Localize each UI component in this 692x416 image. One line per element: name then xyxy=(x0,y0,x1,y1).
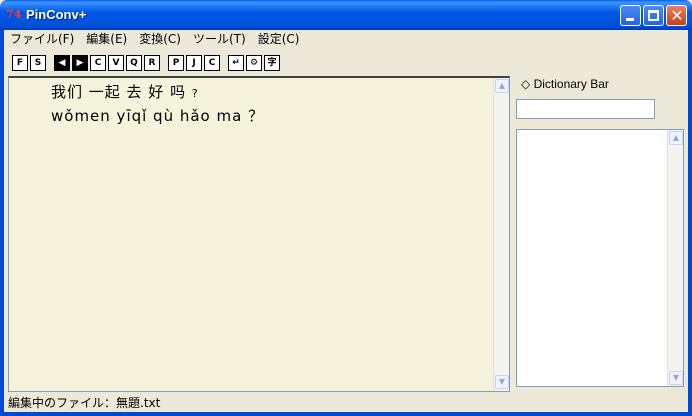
window-frame-left xyxy=(0,30,4,416)
menu-settings[interactable]: 設定(C) xyxy=(252,30,306,50)
menu-edit[interactable]: 編集(E) xyxy=(80,30,133,50)
prev-icon: ◀ xyxy=(58,58,66,68)
dictionary-bar-title: ◇ Dictionary Bar xyxy=(521,77,609,91)
replace-icon: R xyxy=(148,58,156,68)
pinyin-line: wǒmen yīqǐ qù hǎo ma ？ xyxy=(51,107,265,125)
maximize-icon xyxy=(648,10,659,21)
window-frame-bottom xyxy=(0,412,692,416)
char-icon: 字 xyxy=(267,58,277,68)
paste-icon: V xyxy=(112,58,120,68)
scroll-down-icon[interactable]: ▼ xyxy=(495,375,509,389)
status-bar: 編集中のファイル：無題.txt xyxy=(8,396,161,410)
dictionary-search-input[interactable] xyxy=(516,99,655,119)
menu-convert[interactable]: 変換(C) xyxy=(133,30,187,50)
menu-file[interactable]: ファイル(F) xyxy=(4,30,80,50)
char-button[interactable]: 字 xyxy=(264,55,280,71)
find-button[interactable]: Q xyxy=(126,55,142,71)
return-icon: ↵ xyxy=(232,58,240,68)
scroll-up-icon[interactable]: ▲ xyxy=(669,131,683,145)
settings-icon: ⚙ xyxy=(249,58,259,68)
copy-button[interactable]: C xyxy=(90,55,106,71)
paste-button[interactable]: V xyxy=(108,55,124,71)
jump-button[interactable]: J xyxy=(186,55,202,71)
title-bar: 74 PinConv+ ✕ xyxy=(0,0,692,30)
scroll-up-icon[interactable]: ▲ xyxy=(495,79,509,93)
open-icon: F xyxy=(16,58,24,68)
replace-button[interactable]: R xyxy=(144,55,160,71)
menu-tools[interactable]: ツール(T) xyxy=(187,30,252,50)
copy-icon: C xyxy=(94,58,102,68)
settings-button[interactable]: ⚙ xyxy=(246,55,262,71)
app-icon: 74 xyxy=(6,8,22,21)
next-button[interactable]: ▶ xyxy=(72,55,88,71)
close-button[interactable]: ✕ xyxy=(666,5,687,26)
editor-scrollbar[interactable]: ▲ ▼ xyxy=(493,78,509,390)
minimize-button[interactable] xyxy=(620,5,641,26)
window-frame-right xyxy=(688,30,692,416)
close-icon: ✕ xyxy=(670,6,684,25)
convert-button[interactable]: C xyxy=(204,55,220,71)
text-editor[interactable]: 我们 一起 去 好 吗 ? wǒmen yīqǐ qù hǎo ma ？ ▲ ▼ xyxy=(8,76,510,392)
find-icon: Q xyxy=(130,58,138,68)
window-title: PinConv+ xyxy=(26,7,87,22)
pinyin-icon: P xyxy=(172,58,180,68)
minimize-icon xyxy=(626,18,634,21)
menu-bar: ファイル(F) 編集(E) 変換(C) ツール(T) 設定(C) xyxy=(4,30,688,50)
jump-icon: J xyxy=(192,58,196,68)
open-file-button[interactable]: F xyxy=(12,55,28,71)
pinyin-button[interactable]: P xyxy=(168,55,184,71)
toolbar: F S ◀ ▶ C V Q R P J C ↵ ⚙ 字 xyxy=(4,52,688,74)
chinese-text: 我们 一起 去 好 吗 xyxy=(51,83,192,101)
return-button[interactable]: ↵ xyxy=(228,55,244,71)
convert-icon: C xyxy=(208,58,216,68)
editor-content[interactable]: 我们 一起 去 好 吗 ? wǒmen yīqǐ qù hǎo ma ？ xyxy=(51,80,264,128)
dictionary-scrollbar[interactable]: ▲ ▼ xyxy=(667,130,683,386)
scroll-down-icon[interactable]: ▼ xyxy=(669,371,683,385)
question-mark: ? xyxy=(191,87,199,100)
chinese-line: 我们 一起 去 好 吗 ? xyxy=(51,80,264,104)
save-file-button[interactable]: S xyxy=(30,55,46,71)
next-icon: ▶ xyxy=(76,58,84,68)
maximize-button[interactable] xyxy=(643,5,664,26)
save-icon: S xyxy=(34,58,42,68)
dictionary-results-list[interactable]: ▲ ▼ xyxy=(516,129,684,387)
prev-button[interactable]: ◀ xyxy=(54,55,70,71)
